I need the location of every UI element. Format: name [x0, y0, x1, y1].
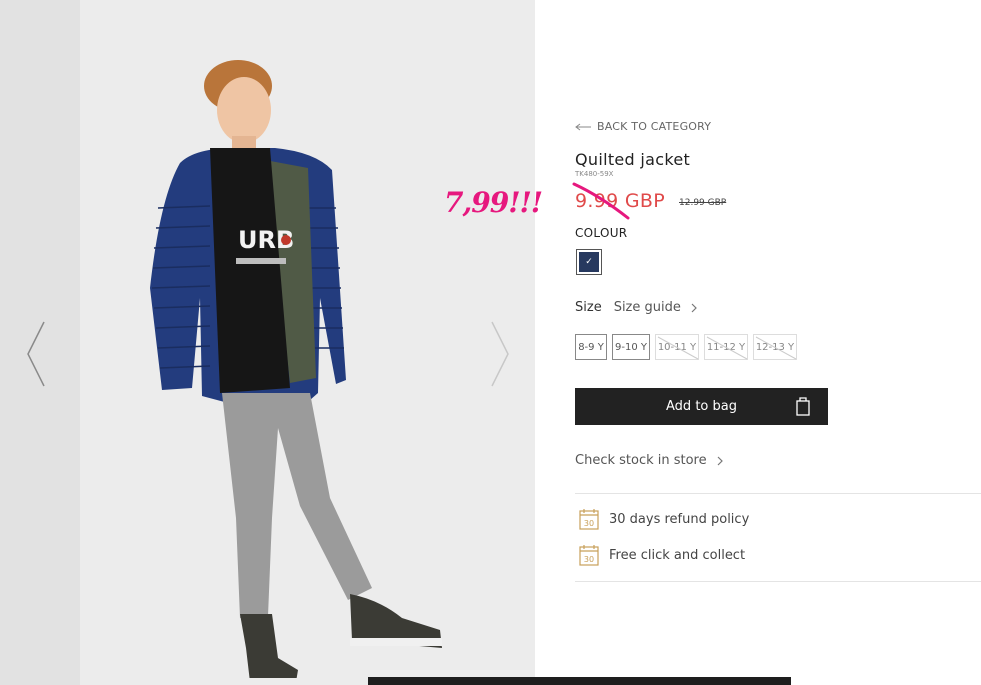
- size-label: Size: [575, 300, 602, 315]
- product-gallery: URB: [0, 0, 535, 685]
- colour-label: COLOUR: [575, 226, 628, 240]
- size-option-label: 9-10 Y: [615, 341, 647, 353]
- perk-refund-policy: 30 30 days refund policy: [579, 508, 749, 530]
- product-sku: TK480-59X: [575, 170, 614, 178]
- perk-click-collect: 30 Free click and collect: [579, 544, 745, 566]
- size-option-label: 8-9 Y: [578, 341, 604, 353]
- svg-text:30: 30: [584, 519, 594, 528]
- chevron-left-icon[interactable]: [24, 320, 48, 388]
- perk-label: Free click and collect: [609, 547, 746, 563]
- divider: [575, 581, 981, 582]
- add-to-bag-label: Add to bag: [666, 399, 737, 414]
- product-title: Quilted jacket: [575, 150, 691, 169]
- add-to-bag-button[interactable]: Add to bag: [575, 388, 828, 425]
- unavailable-strike-icon: [706, 336, 748, 360]
- back-to-category-label: BACK TO CATEGORY: [597, 120, 712, 133]
- size-option-10-11[interactable]: 10-11 Y: [655, 334, 699, 360]
- arrow-left-icon: [575, 123, 591, 130]
- annotation-price: 7,99!!!: [444, 186, 543, 219]
- chevron-right-icon: [691, 303, 697, 312]
- product-image: URB: [150, 60, 442, 678]
- old-price: 12.99 GBP: [679, 198, 727, 208]
- size-option-8-9[interactable]: 8-9 Y: [575, 334, 607, 360]
- price-strike-annotation: [572, 182, 630, 220]
- size-guide-label: Size guide: [613, 300, 681, 315]
- chevron-right-icon[interactable]: [488, 320, 512, 388]
- size-option-11-12[interactable]: 11-12 Y: [704, 334, 748, 360]
- chevron-right-icon: [717, 456, 723, 465]
- size-option-9-10[interactable]: 9-10 Y: [612, 334, 650, 360]
- colour-swatch-navy[interactable]: ✓: [576, 249, 602, 275]
- check-stock-label: Check stock in store: [575, 453, 707, 468]
- checkmark-icon: ✓: [579, 252, 599, 272]
- back-to-category-link[interactable]: BACK TO CATEGORY: [575, 120, 711, 133]
- size-option-12-13[interactable]: 12-13 Y: [753, 334, 797, 360]
- unavailable-strike-icon: [657, 336, 699, 360]
- divider: [575, 493, 981, 494]
- size-options: 8-9 Y 9-10 Y 10-11 Y 11-12 Y 12-13 Y: [575, 334, 797, 360]
- calendar-30-icon: 30: [579, 509, 599, 530]
- product-details-panel: BACK TO CATEGORY Quilted jacket TK480-59…: [575, 0, 981, 685]
- size-guide-link[interactable]: Size guide: [614, 300, 697, 315]
- unavailable-strike-icon: [755, 336, 797, 360]
- size-row: Size Size guide: [575, 300, 697, 315]
- svg-text:30: 30: [584, 555, 594, 564]
- calendar-30-icon: 30: [579, 545, 599, 566]
- check-stock-link[interactable]: Check stock in store: [575, 453, 723, 468]
- shopping-bag-icon: [796, 397, 810, 416]
- perk-label: 30 days refund policy: [609, 511, 750, 527]
